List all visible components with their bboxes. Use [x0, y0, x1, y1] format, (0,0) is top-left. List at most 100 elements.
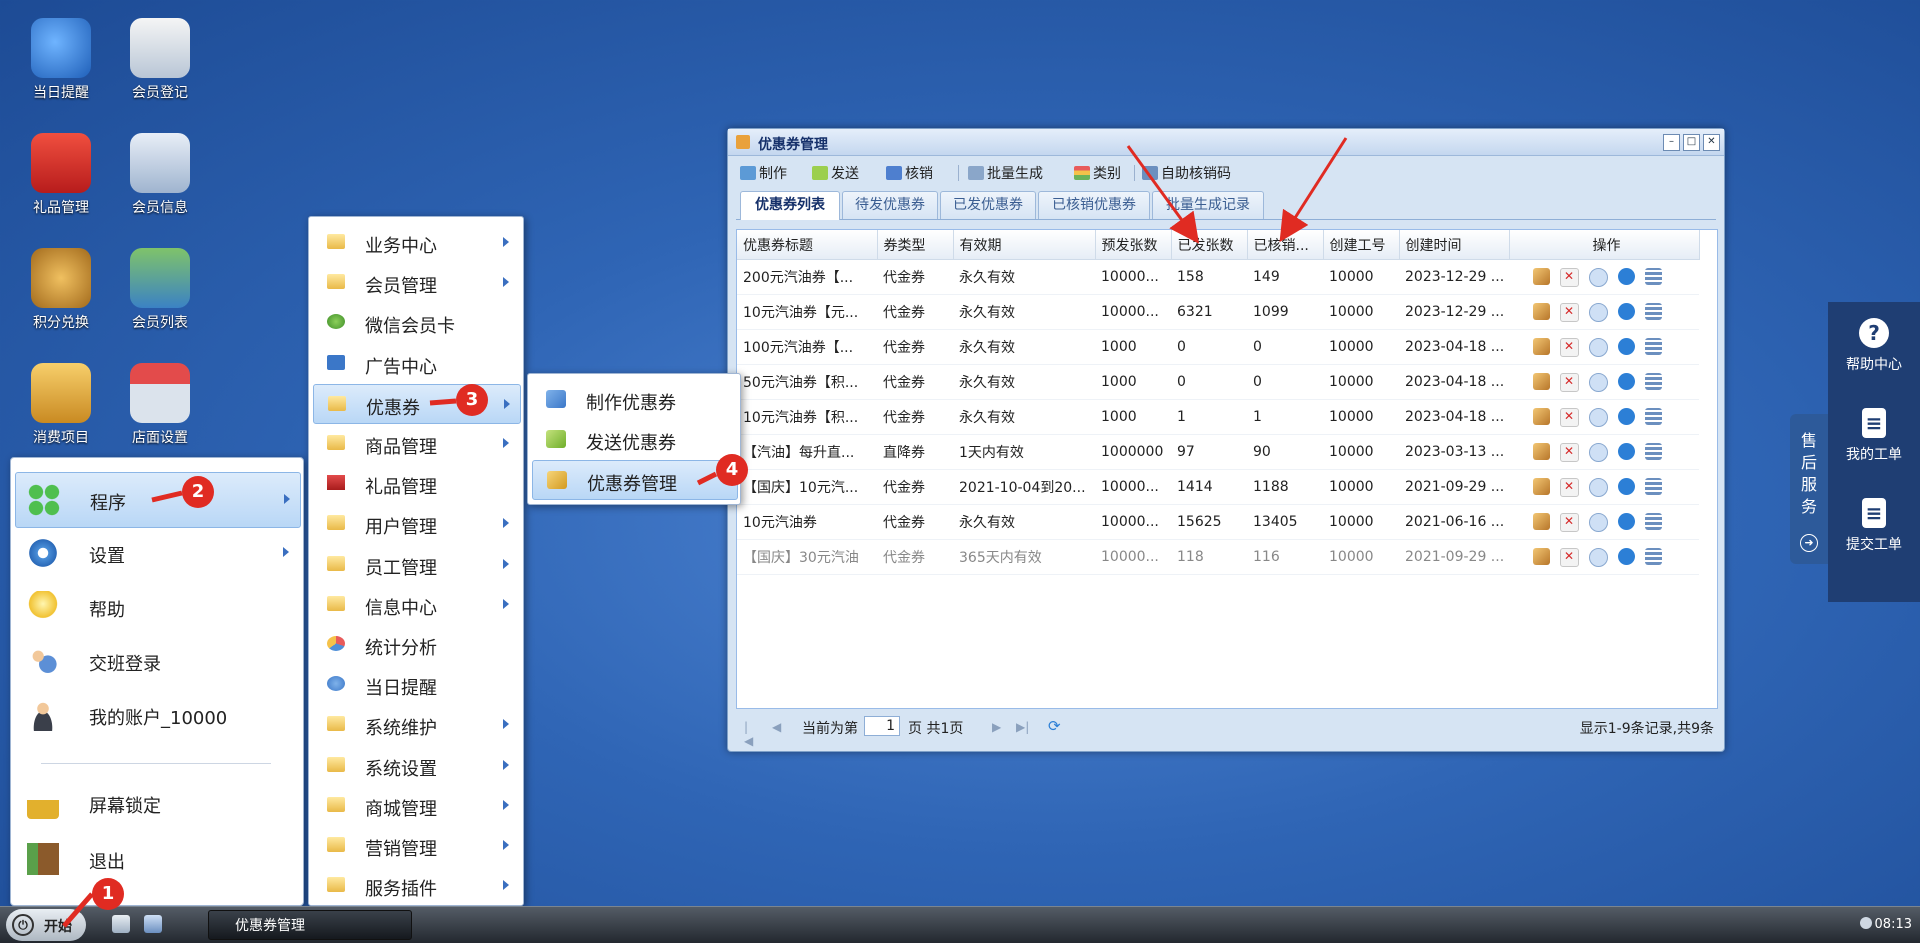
- table-row[interactable]: 10元汽油券【积... 代金券 永久有效 1000 1 1 10000 2023-04-18 …: [737, 399, 1699, 435]
- menu-item-program-8[interactable]: 员工管理: [313, 545, 519, 583]
- start-menu-item-exit[interactable]: 退出: [15, 832, 299, 886]
- delete-icon[interactable]: [1560, 477, 1579, 497]
- qr-code-icon[interactable]: [1645, 547, 1662, 565]
- menu-item-program-16[interactable]: 服务插件: [313, 866, 519, 904]
- table-row[interactable]: 【国庆】10元汽... 代金券 2021-10-04到20... 10000... 14…: [737, 469, 1699, 505]
- delete-icon[interactable]: [1560, 337, 1579, 357]
- edit-icon[interactable]: [1533, 302, 1550, 320]
- verify-button[interactable]: 核销: [886, 163, 933, 183]
- share-icon[interactable]: [1618, 372, 1635, 390]
- tab-verified-coupons[interactable]: 已核销优惠券: [1038, 191, 1150, 219]
- edit-icon[interactable]: [1533, 547, 1550, 565]
- column-header[interactable]: 已发张数: [1171, 230, 1248, 260]
- share-icon[interactable]: [1618, 407, 1635, 425]
- first-page-icon[interactable]: |◀: [744, 720, 754, 748]
- menu-item-send-coupon[interactable]: 发送优惠券: [532, 420, 736, 458]
- column-header[interactable]: 已核销...: [1247, 230, 1324, 260]
- share-icon[interactable]: [1618, 477, 1635, 495]
- edit-icon[interactable]: [1533, 512, 1550, 530]
- help-center-button[interactable]: ? 帮助中心: [1828, 318, 1920, 374]
- pause-icon[interactable]: [1589, 372, 1608, 392]
- delete-icon[interactable]: [1560, 267, 1579, 287]
- pause-icon[interactable]: [1589, 547, 1608, 567]
- pause-icon[interactable]: [1589, 442, 1608, 462]
- desktop-icon-consume[interactable]: 消费项目: [18, 363, 104, 447]
- share-icon[interactable]: [1618, 547, 1635, 565]
- window-titlebar[interactable]: 优惠券管理 – □ ✕: [728, 129, 1724, 156]
- edit-icon[interactable]: [1533, 442, 1550, 460]
- start-menu-item-settings[interactable]: 设置: [15, 526, 299, 580]
- menu-item-program-4[interactable]: 优惠券: [313, 383, 521, 424]
- edit-icon[interactable]: [1533, 407, 1550, 425]
- menu-item-program-0[interactable]: 业务中心: [313, 223, 519, 261]
- table-row[interactable]: 10元汽油券【元... 代金券 永久有效 10000... 6321 1099 10000 2…: [737, 294, 1699, 330]
- menu-item-program-14[interactable]: 商城管理: [313, 786, 519, 824]
- start-menu-item-program[interactable]: 程序: [15, 472, 301, 528]
- column-header[interactable]: 有效期: [953, 230, 1096, 260]
- menu-item-make-coupon[interactable]: 制作优惠券: [532, 380, 736, 418]
- table-row[interactable]: 50元汽油券【积... 代金券 永久有效 1000 0 0 10000 2023-04-18 …: [737, 364, 1699, 400]
- table-row[interactable]: 【汽油】每升直... 直降券 1天内有效 1000000 97 90 10000 2023-0…: [737, 434, 1699, 470]
- submit-ticket-button[interactable]: ≡ 提交工单: [1828, 498, 1920, 554]
- next-page-icon[interactable]: ▶: [992, 720, 1002, 734]
- desktop-icon-member-register[interactable]: 会员登记: [117, 18, 203, 102]
- share-icon[interactable]: [1618, 442, 1635, 460]
- last-page-icon[interactable]: ▶|: [1016, 720, 1029, 734]
- desktop-icon-member-list[interactable]: 会员列表: [117, 248, 203, 332]
- table-row[interactable]: 100元汽油券【... 代金券 永久有效 1000 0 0 10000 2023-04-18 …: [737, 329, 1699, 365]
- delete-icon[interactable]: [1560, 442, 1579, 462]
- page-number-input[interactable]: 1: [864, 716, 900, 736]
- edit-icon[interactable]: [1533, 372, 1550, 390]
- pause-icon[interactable]: [1589, 512, 1608, 532]
- table-row[interactable]: 【国庆】30元汽油 代金券 365天内有效 10000... 118 116 10000 20…: [737, 539, 1699, 575]
- pause-icon[interactable]: [1589, 267, 1608, 287]
- qr-code-icon[interactable]: [1645, 372, 1662, 390]
- column-header[interactable]: 券类型: [877, 230, 954, 260]
- category-button[interactable]: 类别: [1074, 163, 1121, 183]
- delete-icon[interactable]: [1560, 372, 1579, 392]
- desktop-icon-member-info[interactable]: 会员信息: [117, 133, 203, 217]
- close-button[interactable]: ✕: [1703, 134, 1720, 151]
- tab-sent-coupons[interactable]: 已发优惠券: [940, 191, 1036, 219]
- column-header[interactable]: 优惠券标题: [737, 230, 878, 260]
- qr-code-icon[interactable]: [1645, 302, 1662, 320]
- qr-code-icon[interactable]: [1645, 477, 1662, 495]
- start-menu-item-help[interactable]: 帮助: [15, 580, 299, 634]
- menu-item-program-10[interactable]: 统计分析: [313, 625, 519, 663]
- pause-icon[interactable]: [1589, 407, 1608, 427]
- edit-icon[interactable]: [1533, 267, 1550, 285]
- desktop-icon-store[interactable]: 店面设置: [117, 363, 203, 447]
- batch-generate-button[interactable]: 批量生成: [968, 163, 1043, 183]
- table-row[interactable]: 10元汽油券 代金券 永久有效 10000... 15625 13405 10000 2021…: [737, 504, 1699, 540]
- desktop-icon-points[interactable]: 积分兑换: [18, 248, 104, 332]
- delete-icon[interactable]: [1560, 407, 1579, 427]
- menu-item-program-5[interactable]: 商品管理: [313, 424, 519, 462]
- pause-icon[interactable]: [1589, 477, 1608, 497]
- pause-icon[interactable]: [1589, 337, 1608, 357]
- menu-item-program-6[interactable]: 礼品管理: [313, 464, 519, 502]
- column-header[interactable]: 预发张数: [1095, 230, 1172, 260]
- desktop-icon-reminder[interactable]: 当日提醒: [18, 18, 104, 102]
- desktop-icon-gift[interactable]: 礼品管理: [18, 133, 104, 217]
- column-header[interactable]: 创建时间: [1399, 230, 1510, 260]
- menu-item-coupon-management[interactable]: 优惠券管理: [532, 460, 738, 500]
- tab-coupon-list[interactable]: 优惠券列表: [740, 191, 840, 220]
- tab-batch-records[interactable]: 批量生成记录: [1152, 191, 1264, 219]
- menu-item-program-3[interactable]: 广告中心: [313, 344, 519, 382]
- delete-icon[interactable]: [1560, 547, 1579, 567]
- minimize-button[interactable]: –: [1663, 134, 1680, 151]
- column-header[interactable]: 操作: [1509, 230, 1700, 260]
- column-header[interactable]: 创建工号: [1323, 230, 1400, 260]
- maximize-button[interactable]: □: [1683, 134, 1700, 151]
- menu-item-program-7[interactable]: 用户管理: [313, 504, 519, 542]
- qr-code-icon[interactable]: [1645, 442, 1662, 460]
- send-button[interactable]: 发送: [812, 163, 859, 183]
- quick-launch-icon[interactable]: [144, 915, 162, 933]
- after-sales-tab[interactable]: 售后服务 ➜: [1790, 414, 1828, 564]
- qr-code-icon[interactable]: [1645, 337, 1662, 355]
- pause-icon[interactable]: [1589, 302, 1608, 322]
- menu-item-program-13[interactable]: 系统设置: [313, 746, 519, 784]
- menu-item-program-15[interactable]: 营销管理: [313, 826, 519, 864]
- menu-item-program-9[interactable]: 信息中心: [313, 585, 519, 623]
- start-menu-item-shift-login[interactable]: 交班登录: [15, 634, 299, 688]
